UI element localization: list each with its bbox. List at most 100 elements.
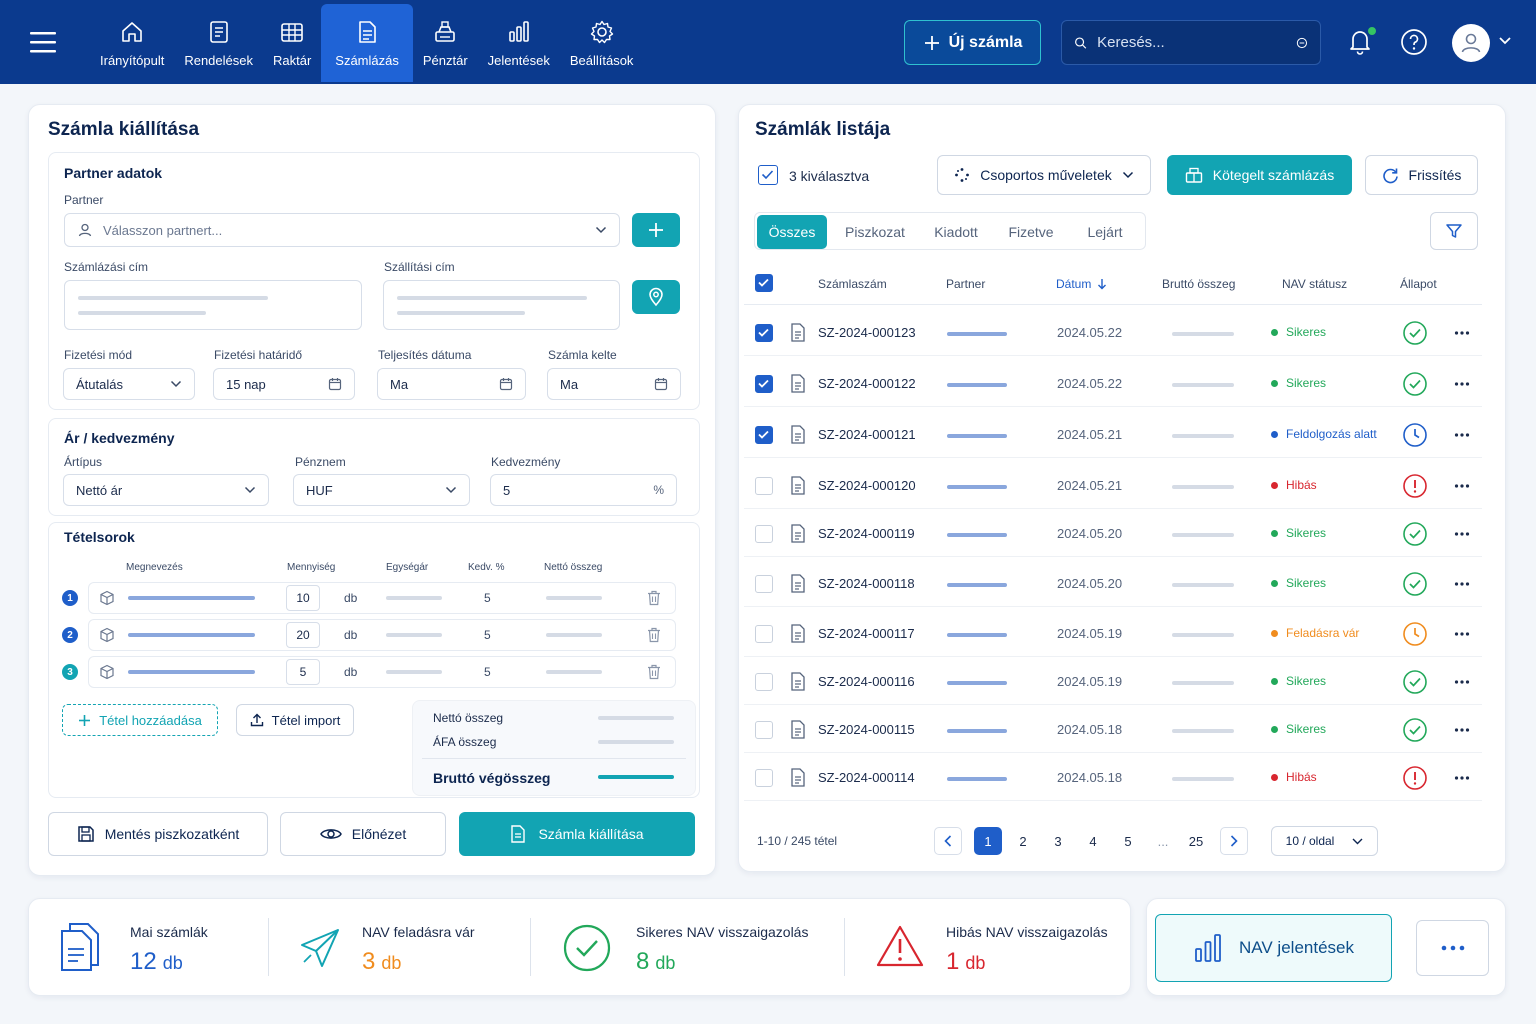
page-25-button[interactable]: 25 — [1182, 827, 1210, 855]
page-1-button[interactable]: 1 — [974, 827, 1002, 855]
refresh-button[interactable]: Frissítés — [1365, 155, 1478, 195]
row-more-icon[interactable] — [1453, 525, 1471, 543]
search-input[interactable] — [1097, 34, 1297, 51]
row-checkbox[interactable] — [755, 375, 773, 393]
col-nav-status[interactable]: NAV státusz — [1282, 277, 1347, 291]
payment-deadline-field[interactable]: 15 nap — [213, 368, 355, 400]
row-checkbox[interactable] — [755, 477, 773, 495]
item-quantity-input[interactable]: 5 — [286, 659, 320, 685]
location-button[interactable] — [632, 280, 680, 314]
row-checkbox[interactable] — [755, 525, 773, 543]
nav-status: Sikeres — [1271, 722, 1326, 736]
row-checkbox[interactable] — [755, 625, 773, 643]
nav-item-warehouse[interactable]: Raktár — [263, 4, 321, 82]
prev-page-button[interactable] — [934, 827, 962, 855]
status-filter-tabs: Összes Piszkozat Kiadott Fizetve Lejárt — [754, 212, 1146, 250]
row-more-icon[interactable] — [1453, 625, 1471, 643]
invoice-number[interactable]: SZ-2024-000121 — [818, 427, 916, 442]
tab-paid[interactable]: Fizetve — [999, 215, 1063, 249]
new-invoice-button[interactable]: Új számla — [904, 20, 1041, 65]
shipping-address-field[interactable] — [383, 280, 620, 330]
page-2-button[interactable]: 2 — [1009, 827, 1037, 855]
row-checkbox[interactable] — [755, 426, 773, 444]
currency-select[interactable]: HUF — [293, 474, 470, 506]
page-4-button[interactable]: 4 — [1079, 827, 1107, 855]
item-quantity-input[interactable]: 20 — [286, 622, 320, 648]
row-checkbox[interactable] — [755, 769, 773, 787]
nav-item-cash-register[interactable]: Pénztár — [413, 4, 478, 82]
filter-button[interactable] — [1430, 212, 1478, 250]
billing-address-field[interactable] — [64, 280, 362, 330]
issue-invoice-button[interactable]: Számla kiállítása — [459, 812, 695, 856]
col-state[interactable]: Állapot — [1400, 277, 1437, 291]
trash-icon[interactable] — [647, 627, 661, 643]
col-partner[interactable]: Partner — [946, 277, 985, 291]
col-date[interactable]: Dátum — [1056, 277, 1107, 291]
select-all-checkbox[interactable] — [755, 274, 773, 292]
row-more-icon[interactable] — [1453, 575, 1471, 593]
row-more-icon[interactable] — [1453, 477, 1471, 495]
tab-issued[interactable]: Kiadott — [923, 215, 989, 249]
nav-item-invoicing[interactable]: Számlázás — [321, 4, 413, 82]
batch-invoicing-button[interactable]: Kötegelt számlázás — [1167, 155, 1352, 195]
nav-reports-button[interactable]: NAV jelentések — [1155, 914, 1392, 982]
invoice-date-field[interactable]: Ma — [547, 368, 681, 400]
invoice-number[interactable]: SZ-2024-000118 — [818, 576, 915, 591]
tab-overdue[interactable]: Lejárt — [1073, 215, 1137, 249]
trash-icon[interactable] — [647, 590, 661, 606]
hamburger-menu-icon[interactable] — [28, 28, 60, 56]
search-options-icon[interactable] — [1296, 34, 1308, 52]
help-icon[interactable] — [1400, 28, 1428, 56]
next-page-button[interactable] — [1220, 827, 1248, 855]
save-draft-button[interactable]: Mentés piszkozatként — [48, 812, 268, 856]
warehouse-icon — [281, 22, 303, 42]
nav-item-settings[interactable]: Beállítások — [560, 4, 644, 82]
nav-item-orders[interactable]: Rendelések — [174, 4, 263, 82]
select-all-visible-checkbox[interactable] — [758, 165, 778, 185]
col-invoice-number[interactable]: Számlaszám — [818, 277, 887, 291]
row-more-icon[interactable] — [1453, 324, 1471, 342]
col-gross-amount[interactable]: Bruttó összeg — [1162, 277, 1235, 291]
tab-draft[interactable]: Piszkozat — [837, 215, 913, 249]
chevron-down-icon[interactable] — [1498, 36, 1512, 46]
fulfillment-date-value: Ma — [390, 376, 409, 392]
fulfillment-date-field[interactable]: Ma — [377, 368, 526, 400]
row-more-icon[interactable] — [1453, 375, 1471, 393]
bulk-actions-button[interactable]: Csoportos műveletek — [937, 155, 1151, 195]
import-items-button[interactable]: Tétel import — [236, 704, 354, 736]
row-more-icon[interactable] — [1453, 673, 1471, 691]
invoice-number[interactable]: SZ-2024-000123 — [818, 325, 916, 340]
invoice-number[interactable]: SZ-2024-000117 — [818, 626, 915, 641]
item-discount: 5 — [484, 628, 491, 642]
row-checkbox[interactable] — [755, 721, 773, 739]
item-quantity-input[interactable]: 10 — [286, 585, 320, 611]
more-options-button[interactable] — [1416, 920, 1489, 976]
page-5-button[interactable]: 5 — [1114, 827, 1142, 855]
payment-method-select[interactable]: Átutalás — [63, 368, 195, 400]
invoice-number[interactable]: SZ-2024-000114 — [818, 770, 915, 785]
row-more-icon[interactable] — [1453, 426, 1471, 444]
trash-icon[interactable] — [647, 664, 661, 680]
discount-input[interactable]: 5 % — [490, 474, 677, 506]
page-3-button[interactable]: 3 — [1044, 827, 1072, 855]
avatar[interactable] — [1452, 24, 1490, 62]
invoice-number[interactable]: SZ-2024-000122 — [818, 376, 916, 391]
price-type-select[interactable]: Nettó ár — [63, 474, 269, 506]
tab-all[interactable]: Összes — [757, 215, 827, 249]
nav-item-reports[interactable]: Jelentések — [478, 4, 560, 82]
add-partner-button[interactable] — [632, 213, 680, 247]
nav-item-dashboard[interactable]: Irányítópult — [90, 4, 174, 82]
row-checkbox[interactable] — [755, 575, 773, 593]
row-checkbox[interactable] — [755, 673, 773, 691]
row-checkbox[interactable] — [755, 324, 773, 342]
invoice-number[interactable]: SZ-2024-000116 — [818, 674, 915, 689]
invoice-number[interactable]: SZ-2024-000115 — [818, 722, 915, 737]
per-page-select[interactable]: 10 / oldal — [1271, 826, 1378, 856]
row-more-icon[interactable] — [1453, 769, 1471, 787]
add-item-button[interactable]: Tétel hozzáadása — [62, 704, 218, 736]
preview-button[interactable]: Előnézet — [280, 812, 446, 856]
row-more-icon[interactable] — [1453, 721, 1471, 739]
partner-select[interactable]: Válasszon partnert... — [64, 213, 620, 247]
invoice-number[interactable]: SZ-2024-000119 — [818, 526, 915, 541]
invoice-number[interactable]: SZ-2024-000120 — [818, 478, 916, 493]
